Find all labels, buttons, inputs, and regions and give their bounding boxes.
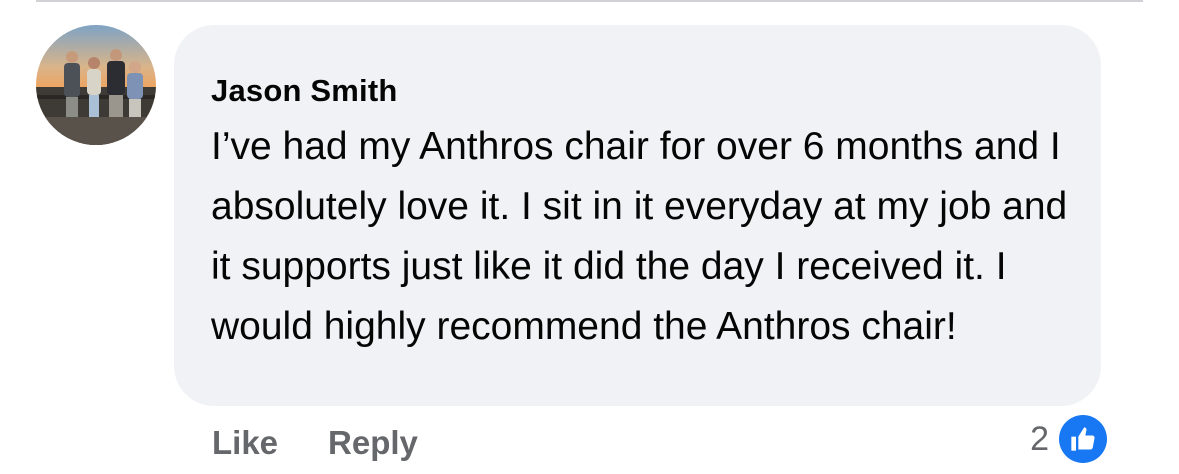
profile-photo (36, 25, 156, 145)
reaction-summary[interactable]: 2 (1030, 414, 1107, 464)
reply-button[interactable]: Reply (328, 424, 418, 462)
reaction-count: 2 (1030, 419, 1049, 458)
comment-bubble: Jason Smith I’ve had my Anthros chair fo… (174, 25, 1101, 406)
comment-author[interactable]: Jason Smith (211, 73, 1101, 109)
comment-text: I’ve had my Anthros chair for over 6 mon… (211, 125, 1068, 348)
top-divider (36, 0, 1143, 2)
avatar[interactable] (36, 25, 156, 145)
like-button[interactable]: Like (212, 424, 278, 462)
thumbs-up-icon (1059, 415, 1107, 463)
comment-actions: Like Reply (212, 420, 468, 466)
